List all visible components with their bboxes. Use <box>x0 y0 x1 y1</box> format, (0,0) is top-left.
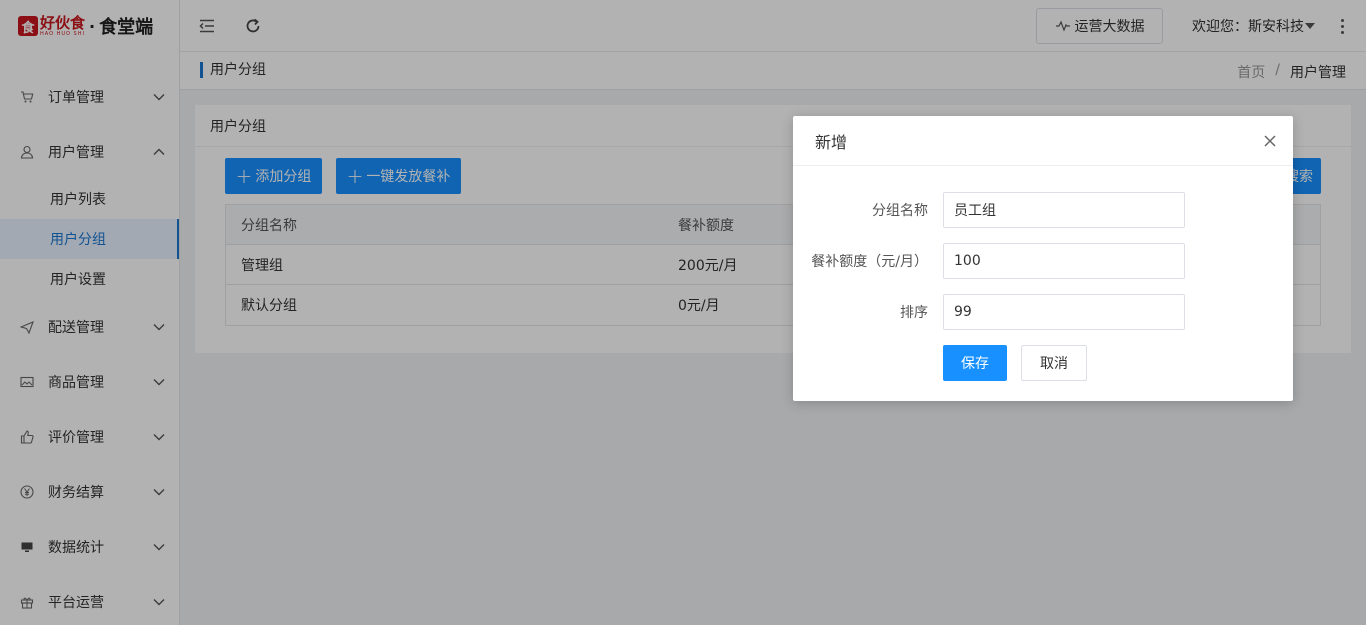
dialog-title: 新增 <box>815 132 848 152</box>
sort-label: 排序 <box>900 305 928 321</box>
close-icon[interactable] <box>1261 132 1279 150</box>
cancel-button[interactable]: 取消 <box>1021 345 1087 381</box>
save-button[interactable]: 保存 <box>943 345 1007 381</box>
dialog-header: 新增 <box>793 116 1293 166</box>
sort-input[interactable] <box>943 294 1185 330</box>
group-name-label: 分组名称 <box>872 203 928 219</box>
subsidy-label: 餐补额度（元/月） <box>811 254 928 270</box>
group-name-input[interactable] <box>943 192 1185 228</box>
form-row-subsidy: 餐补额度（元/月） <box>793 243 1293 279</box>
form-row-sort: 排序 <box>793 294 1293 330</box>
form-row-group-name: 分组名称 <box>793 192 1293 228</box>
add-group-dialog: 新增 分组名称 餐补额度（元/月） 排序 保存 取消 <box>793 116 1293 401</box>
subsidy-input[interactable] <box>943 243 1185 279</box>
